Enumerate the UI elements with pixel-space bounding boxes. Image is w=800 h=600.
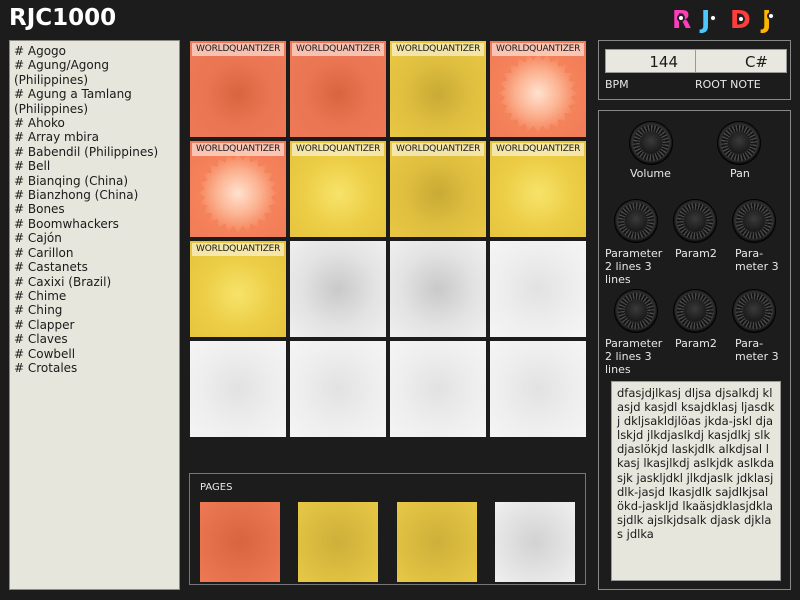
- instrument-list-item[interactable]: # Clapper: [14, 318, 175, 332]
- parameter-3-knob[interactable]: [733, 200, 775, 242]
- pad-label: WORLDQUANTIZER: [292, 43, 385, 56]
- instrument-list-item[interactable]: # Babendil (Philippines): [14, 145, 175, 159]
- pad-3[interactable]: WORLDQUANTIZER: [390, 41, 486, 137]
- glow-burst-icon: [498, 53, 578, 133]
- pan-knob[interactable]: [718, 122, 760, 164]
- instrument-list-item[interactable]: # Bones: [14, 202, 175, 216]
- instrument-list-item[interactable]: # Array mbira: [14, 130, 175, 144]
- instrument-list-item[interactable]: # Bell: [14, 159, 175, 173]
- volume-knob[interactable]: [630, 122, 672, 164]
- pad-10[interactable]: [290, 241, 386, 337]
- rjdj-logo: R J D J: [672, 6, 790, 36]
- instrument-list-item[interactable]: # Chime: [14, 289, 175, 303]
- pad-4[interactable]: WORLDQUANTIZER: [490, 41, 586, 137]
- tempo-panel: 144 C# BPM ROOT NOTE: [598, 40, 791, 100]
- pad-14[interactable]: [290, 341, 386, 437]
- instrument-list-item[interactable]: # Carillon: [14, 246, 175, 260]
- instrument-list-item[interactable]: # Cowbell: [14, 347, 175, 361]
- instrument-list-item[interactable]: # Agung a Tamlang (Philippines): [14, 87, 175, 116]
- notes-textarea[interactable]: dfasjdjlkasj dljsa djsalkdj klasjd kasjd…: [611, 381, 781, 581]
- instrument-list-item[interactable]: # Crotales: [14, 361, 175, 375]
- pages-panel: PAGES: [189, 473, 586, 585]
- parameter-3-label-2: Para-meter 3: [735, 337, 779, 363]
- bpm-field[interactable]: 144: [605, 49, 697, 73]
- pad-9[interactable]: WORLDQUANTIZER: [190, 241, 286, 337]
- pad-label: WORLDQUANTIZER: [192, 243, 285, 256]
- param2-label: Param2: [675, 247, 717, 260]
- volume-label: Volume: [630, 167, 671, 180]
- pad-label: WORLDQUANTIZER: [392, 43, 485, 56]
- instrument-list[interactable]: # Agogo # Agung/Agong (Philippines) # Agun…: [9, 40, 180, 590]
- root-note-label: ROOT NOTE: [695, 78, 761, 91]
- pad-6[interactable]: WORLDQUANTIZER: [290, 141, 386, 237]
- page-button-2[interactable]: [298, 502, 378, 582]
- pad-label: WORLDQUANTIZER: [192, 143, 285, 156]
- glow-burst-icon: [198, 153, 278, 233]
- pad-label: WORLDQUANTIZER: [192, 43, 285, 56]
- pad-1[interactable]: WORLDQUANTIZER: [190, 41, 286, 137]
- instrument-list-item[interactable]: # Ching: [14, 303, 175, 317]
- instrument-list-item[interactable]: # Caxixi (Brazil): [14, 275, 175, 289]
- parameter-3-label: Para-meter 3: [735, 247, 779, 273]
- bpm-label: BPM: [605, 78, 629, 91]
- pad-15[interactable]: [390, 341, 486, 437]
- pan-label: Pan: [730, 167, 750, 180]
- parameter-1-label-2: Parameter 2 lines 3 lines: [605, 337, 663, 376]
- pad-2[interactable]: WORLDQUANTIZER: [290, 41, 386, 137]
- parameter-3-knob-2[interactable]: [733, 290, 775, 332]
- instrument-list-item[interactable]: # Bianzhong (China): [14, 188, 175, 202]
- pad-5[interactable]: WORLDQUANTIZER: [190, 141, 286, 237]
- page-button-1[interactable]: [200, 502, 280, 582]
- pad-label: WORLDQUANTIZER: [492, 143, 585, 156]
- pad-label: WORLDQUANTIZER: [392, 143, 485, 156]
- app-title: RJC1000: [9, 5, 117, 31]
- instrument-list-item[interactable]: # Castanets: [14, 260, 175, 274]
- instrument-list-item[interactable]: # Ahoko: [14, 116, 175, 130]
- instrument-list-item[interactable]: # Cajón: [14, 231, 175, 245]
- parameter-1-knob-2[interactable]: [615, 290, 657, 332]
- param2-knob-2[interactable]: [674, 290, 716, 332]
- pad-12[interactable]: [490, 241, 586, 337]
- instrument-list-item[interactable]: # Agung/Agong (Philippines): [14, 58, 175, 87]
- instrument-list-item[interactable]: # Claves: [14, 332, 175, 346]
- page-button-4[interactable]: [495, 502, 575, 582]
- pad-7[interactable]: WORLDQUANTIZER: [390, 141, 486, 237]
- parameter-1-knob[interactable]: [615, 200, 657, 242]
- knob-panel: Volume Pan Parameter 2 lines 3 lines Par…: [598, 110, 791, 590]
- page-button-3[interactable]: [397, 502, 477, 582]
- pad-13[interactable]: [190, 341, 286, 437]
- instrument-list-item[interactable]: # Bianqing (China): [14, 174, 175, 188]
- pad-16[interactable]: [490, 341, 586, 437]
- root-note-field[interactable]: C#: [695, 49, 787, 73]
- pages-label: PAGES: [200, 482, 233, 493]
- pad-8[interactable]: WORLDQUANTIZER: [490, 141, 586, 237]
- param2-knob[interactable]: [674, 200, 716, 242]
- param2-label-2: Param2: [675, 337, 717, 350]
- pad-label: WORLDQUANTIZER: [292, 143, 385, 156]
- pad-label: WORLDQUANTIZER: [492, 43, 585, 56]
- instrument-list-item[interactable]: # Agogo: [14, 44, 175, 58]
- parameter-1-label: Parameter 2 lines 3 lines: [605, 247, 663, 286]
- pad-11[interactable]: [390, 241, 486, 337]
- instrument-list-item[interactable]: # Boomwhackers: [14, 217, 175, 231]
